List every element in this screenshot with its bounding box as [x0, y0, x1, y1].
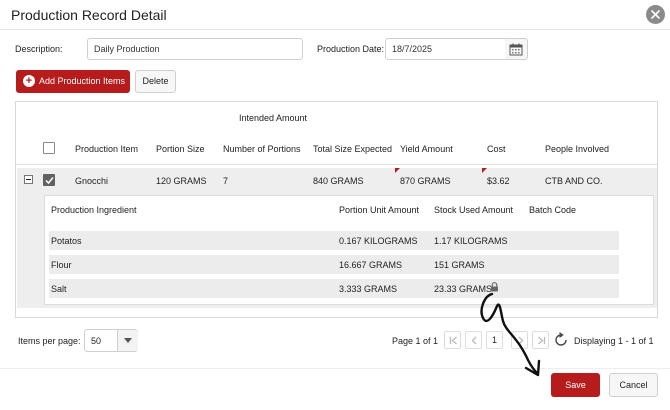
add-production-items-button[interactable]: + Add Production Items [16, 70, 130, 93]
close-button[interactable] [646, 5, 665, 24]
ingredient-name: Flour [51, 260, 72, 270]
cell-production-item: Gnocchi [75, 176, 109, 186]
cell-total-size-expected: 840 GRAMS [313, 176, 364, 186]
select-all-checkbox[interactable] [43, 142, 55, 154]
header-divider [16, 164, 657, 165]
annotation-arrow-icon [480, 292, 541, 377]
subcolumn-header-portion-unit[interactable]: Portion Unit Amount [339, 205, 419, 215]
stock-used-amount: 151 GRAMS [434, 260, 485, 270]
ingredient-name: Salt [51, 284, 67, 294]
items-per-page-label: Items per page: [18, 336, 81, 346]
footer-divider [0, 368, 670, 369]
dialog-title: Production Record Detail [11, 7, 167, 23]
intended-amount-group-header: Intended Amount [239, 113, 308, 123]
first-page-icon [449, 336, 457, 345]
calendar-icon [509, 43, 523, 56]
checkmark-icon [45, 177, 54, 185]
description-input[interactable]: Daily Production [87, 38, 303, 60]
items-per-page-value: 50 [91, 336, 102, 346]
cell-number-of-portions: 7 [223, 176, 229, 186]
column-header-total-size-expected[interactable]: Total Size Expected [313, 144, 392, 154]
plus-circle-icon: + [23, 75, 35, 87]
close-icon [651, 10, 660, 19]
page-info: Page 1 of 1 [392, 336, 439, 346]
column-header-production-item[interactable]: Production Item [75, 144, 138, 154]
dropdown-arrow[interactable] [117, 330, 138, 351]
cell-people-involved: CTB AND CO. [545, 176, 603, 186]
column-header-number-of-portions[interactable]: Number of Portions [223, 144, 301, 154]
add-production-items-label: Add Production Items [39, 76, 126, 86]
subcolumn-header-stock-used[interactable]: Stock Used Amount [434, 205, 513, 215]
production-record-dialog: Production Record Detail Description: Da… [0, 0, 670, 410]
list-item[interactable]: Potatos 0.167 KILOGRAMS 1.17 KILOGRAMS [49, 231, 619, 250]
row-checkbox[interactable] [43, 174, 55, 186]
column-header-cost[interactable]: Cost [487, 144, 506, 154]
edited-cell-marker [395, 168, 400, 173]
description-label: Description: [15, 44, 63, 54]
ingredient-name: Potatos [51, 236, 82, 246]
list-item[interactable]: Flour 16.667 GRAMS 151 GRAMS [49, 255, 619, 274]
collapse-row-toggle[interactable] [24, 175, 33, 184]
delete-button[interactable]: Delete [135, 70, 176, 93]
refresh-icon[interactable] [553, 332, 569, 348]
portion-unit-amount: 16.667 GRAMS [339, 260, 403, 270]
caret-down-icon [124, 338, 132, 343]
stock-used-amount: 1.17 KILOGRAMS [434, 236, 508, 246]
save-button[interactable]: Save [551, 373, 600, 397]
ingredients-subgrid: Production Ingredient Portion Unit Amoun… [44, 195, 654, 305]
column-header-portion-size[interactable]: Portion Size [156, 144, 205, 154]
column-header-yield-amount[interactable]: Yield Amount [400, 144, 453, 154]
subcolumn-header-batch-code[interactable]: Batch Code [529, 205, 576, 215]
first-page-button[interactable] [444, 331, 461, 349]
display-info: Displaying 1 - 1 of 1 [574, 336, 654, 346]
dialog-titlebar: Production Record Detail [0, 0, 670, 30]
table-row[interactable]: Gnocchi 120 GRAMS 7 840 GRAMS 870 GRAMS … [17, 168, 657, 192]
cell-portion-size: 120 GRAMS [156, 176, 207, 186]
subcolumn-header-ingredient[interactable]: Production Ingredient [51, 205, 137, 215]
cancel-button[interactable]: Cancel [609, 373, 658, 397]
portion-unit-amount: 3.333 GRAMS [339, 284, 398, 294]
edited-cell-marker [482, 168, 487, 173]
portion-unit-amount: 0.167 KILOGRAMS [339, 236, 418, 246]
production-date-input[interactable]: 18/7/2025 [385, 38, 506, 60]
production-date-label: Production Date: [317, 44, 385, 54]
column-header-people-involved[interactable]: People Involved [545, 144, 609, 154]
production-items-grid: Intended Amount Production Item Portion … [15, 101, 658, 318]
cell-cost: $3.62 [487, 176, 510, 186]
cell-yield-amount[interactable]: 870 GRAMS [400, 176, 451, 186]
row-detail-area: Production Ingredient Portion Unit Amoun… [17, 192, 657, 308]
items-per-page-select[interactable]: 50 [84, 329, 138, 352]
calendar-button[interactable] [505, 38, 528, 60]
